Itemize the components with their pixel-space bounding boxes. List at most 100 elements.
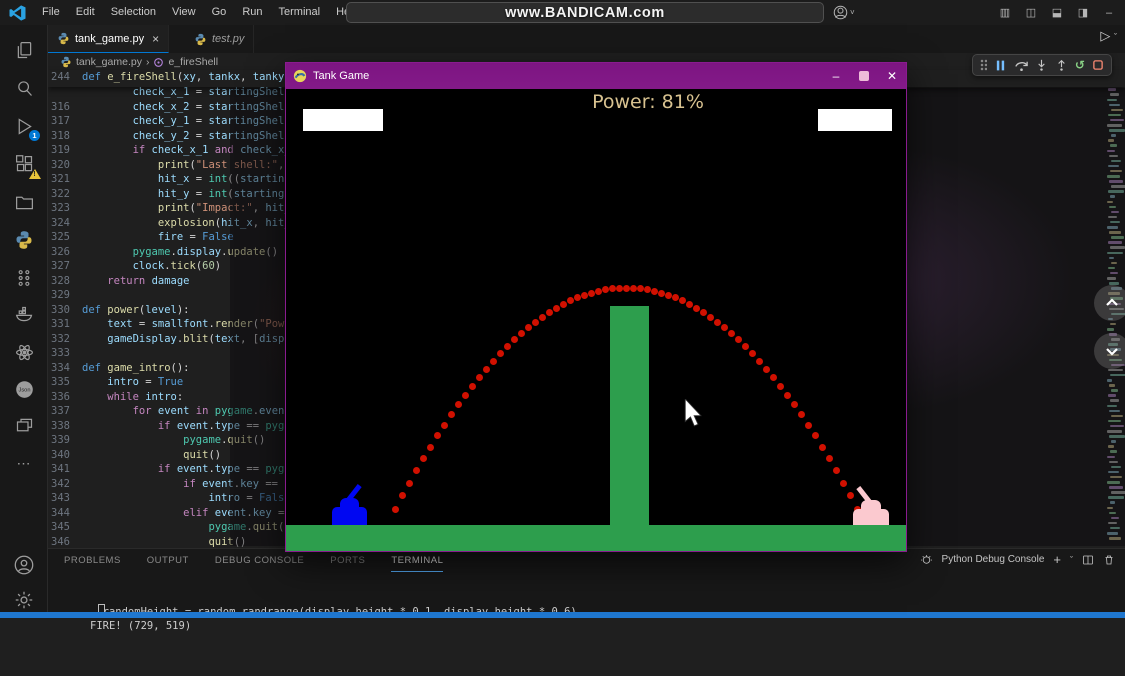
account-button[interactable] xyxy=(0,548,48,582)
code-line-319: 319 if check_x_1 and check_x_ xyxy=(48,143,291,158)
shell-dot xyxy=(399,492,406,499)
customize-layout-icon[interactable]: ▥ xyxy=(995,6,1015,19)
more-views-button[interactable]: ⋯ xyxy=(0,446,48,480)
sidebar-item-remote-explorer[interactable] xyxy=(0,185,48,219)
stop-button[interactable] xyxy=(1092,59,1104,71)
shell-dot xyxy=(763,366,770,373)
sidebar-item-python[interactable] xyxy=(0,223,48,257)
window-minimize-button[interactable]: – xyxy=(1099,7,1119,19)
breadcrumb-separator: › xyxy=(146,56,150,68)
terminal-line: FIRE! (729, 519) xyxy=(90,619,577,633)
terminal-dropdown-icon[interactable]: ˇ xyxy=(1070,555,1073,565)
shell-dot xyxy=(392,506,399,513)
shell-dot xyxy=(700,309,707,316)
account-menu[interactable]: ˅ xyxy=(833,0,855,25)
activity-bar: 1 Json ⋯ xyxy=(0,25,48,618)
shell-dot xyxy=(469,383,476,390)
game-maximize-button[interactable] xyxy=(859,71,869,81)
shell-dot xyxy=(777,383,784,390)
game-titlebar[interactable]: Tank Game – ✕ xyxy=(286,63,906,89)
breadcrumb[interactable]: tank_game.py › e_fireShell xyxy=(60,54,218,70)
scroll-up-button[interactable] xyxy=(1094,285,1125,321)
split-terminal-icon[interactable] xyxy=(1082,554,1094,566)
step-into-button[interactable] xyxy=(1035,59,1048,72)
shell-dot xyxy=(756,358,763,365)
sidebar-item-windows[interactable] xyxy=(0,408,48,442)
minimap-line xyxy=(1107,405,1117,408)
sidebar-item-extensions[interactable] xyxy=(0,147,48,181)
sidebar-item-react[interactable] xyxy=(0,335,48,369)
breadcrumb-symbol[interactable]: e_fireShell xyxy=(168,56,218,68)
sidebar-item-explorer[interactable] xyxy=(0,33,48,67)
menu-item-go[interactable]: Go xyxy=(204,0,235,25)
health-bar-left xyxy=(303,109,383,131)
shell-dot xyxy=(721,324,728,331)
scroll-down-button[interactable] xyxy=(1094,333,1125,369)
code-line-343: 343 intro = False xyxy=(48,491,291,506)
game-close-button[interactable]: ✕ xyxy=(878,69,906,83)
panel-tab-output[interactable]: OUTPUT xyxy=(147,549,189,572)
sidebar-item-json[interactable]: Json xyxy=(0,372,48,406)
tank-game-window[interactable]: Tank Game – ✕ Power: 81% xyxy=(285,62,907,552)
step-over-button[interactable] xyxy=(1014,58,1029,73)
menu-item-terminal[interactable]: Terminal xyxy=(271,0,329,25)
shell-dot xyxy=(497,350,504,357)
sidebar-item-search[interactable] xyxy=(0,71,48,105)
kill-terminal-icon[interactable] xyxy=(1103,554,1115,566)
bottom-panel: PROBLEMS OUTPUT DEBUG CONSOLE PORTS TERMINAL… xyxy=(48,548,1125,612)
minimap-line xyxy=(1109,384,1115,387)
debug-badge: 1 xyxy=(29,130,40,141)
toggle-panel-icon[interactable]: ⬓ xyxy=(1047,6,1067,19)
toolbar-drag-grip[interactable] xyxy=(980,59,987,71)
minimap-line xyxy=(1110,450,1117,453)
minimap-line xyxy=(1110,527,1120,530)
secondary-sidebar-icon[interactable]: ◨ xyxy=(1073,6,1093,19)
panel-tab-debug-console[interactable]: DEBUG CONSOLE xyxy=(215,549,304,572)
tab-close-icon[interactable]: × xyxy=(152,32,159,46)
minimap-line xyxy=(1109,486,1123,489)
menu-item-run[interactable]: Run xyxy=(234,0,270,25)
python-file-icon xyxy=(194,33,207,46)
minimap-line xyxy=(1107,99,1117,102)
sidebar-item-docker[interactable] xyxy=(0,297,48,331)
menu-item-file[interactable]: File xyxy=(34,0,68,25)
pause-button[interactable] xyxy=(994,59,1007,72)
vscode-logo-icon xyxy=(9,5,26,21)
shell-dot xyxy=(672,294,679,301)
step-out-button[interactable] xyxy=(1055,59,1068,72)
new-terminal-button[interactable]: + xyxy=(1053,552,1061,567)
run-python-button[interactable]: ▷ ˇ xyxy=(1100,28,1117,44)
panel-tab-ports[interactable]: PORTS xyxy=(330,549,365,572)
account-chevron-icon: ˅ xyxy=(850,8,855,17)
tank-body xyxy=(332,507,367,525)
sidebar-item-run-debug[interactable]: 1 xyxy=(0,109,48,143)
menu-item-view[interactable]: View xyxy=(164,0,204,25)
minimap-line xyxy=(1110,246,1125,249)
shell-dot xyxy=(770,374,777,381)
game-minimize-button[interactable]: – xyxy=(822,69,850,83)
minimap-line xyxy=(1108,420,1121,423)
game-window-title: Tank Game xyxy=(313,70,369,82)
terminal-output[interactable]: randomHeight = random.randrange(display_… xyxy=(90,576,577,676)
tab-test-py[interactable]: test.py xyxy=(185,25,254,53)
restart-button[interactable]: ↺ xyxy=(1075,55,1085,75)
shell-dot xyxy=(455,401,462,408)
shell-dot xyxy=(595,288,602,295)
minimap-line xyxy=(1107,226,1118,229)
minimap-line xyxy=(1109,231,1121,234)
panel-tab-problems[interactable]: PROBLEMS xyxy=(64,549,121,572)
menu-item-selection[interactable]: Selection xyxy=(103,0,164,25)
minimap-line xyxy=(1111,415,1123,418)
minimap-line xyxy=(1107,175,1120,178)
panel-tab-terminal[interactable]: TERMINAL xyxy=(391,549,443,572)
breadcrumb-file[interactable]: tank_game.py xyxy=(76,56,142,68)
shell-dot xyxy=(406,480,413,487)
menu-item-edit[interactable]: Edit xyxy=(68,0,103,25)
health-bar-right xyxy=(818,109,892,131)
sidebar-item-test-explorer[interactable] xyxy=(0,261,48,295)
split-editor-icon[interactable]: ◫ xyxy=(1021,6,1041,19)
tab-tank-game-py[interactable]: tank_game.py× xyxy=(48,25,169,53)
minimap-line xyxy=(1107,328,1114,331)
run-dropdown-icon[interactable]: ˇ xyxy=(1114,32,1117,42)
minimap-line xyxy=(1107,507,1113,510)
